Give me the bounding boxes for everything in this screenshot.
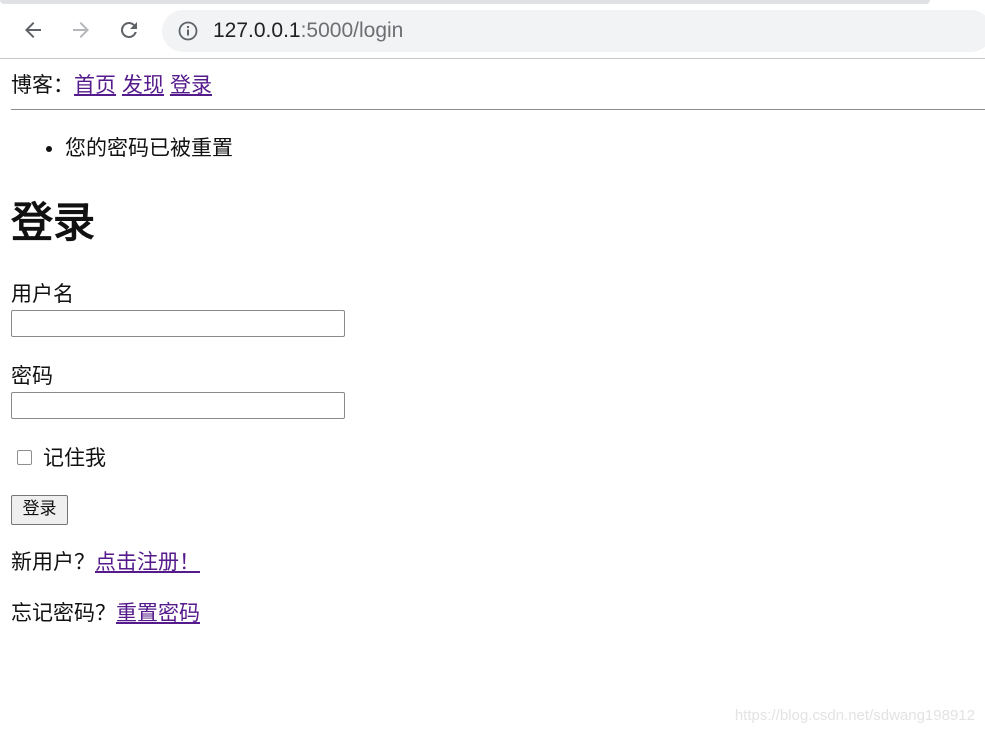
reload-icon bbox=[120, 21, 137, 38]
brand-label: 博客： bbox=[11, 73, 74, 97]
forgot-password-text: 忘记密码？ bbox=[11, 601, 116, 625]
username-input[interactable] bbox=[11, 310, 345, 337]
nav-divider bbox=[11, 109, 985, 110]
flash-message: 您的密码已被重置 bbox=[65, 134, 233, 162]
nav-link-explore[interactable]: 发现 bbox=[122, 73, 164, 97]
new-user-text: 新用户？ bbox=[11, 550, 95, 574]
reset-password-link[interactable]: 重置密码 bbox=[116, 601, 200, 625]
watermark: https://blog.csdn.net/sdwang198912 bbox=[734, 707, 975, 724]
login-submit-button[interactable]: 登录 bbox=[11, 495, 68, 525]
password-label: 密码 bbox=[11, 364, 53, 388]
nav-link-login[interactable]: 登录 bbox=[170, 73, 212, 97]
nav-link-home[interactable]: 首页 bbox=[74, 73, 116, 97]
username-label: 用户名 bbox=[11, 282, 74, 306]
url-host: 127.0.0.1 bbox=[213, 19, 301, 42]
back-arrow-icon bbox=[25, 22, 41, 38]
back-button[interactable] bbox=[19, 16, 47, 44]
page-title: 登录 bbox=[11, 198, 96, 247]
forward-button[interactable] bbox=[67, 16, 95, 44]
browser-toolbar: 127.0.0.1:5000/login bbox=[0, 0, 985, 59]
address-bar[interactable]: 127.0.0.1:5000/login bbox=[162, 10, 985, 52]
info-icon[interactable] bbox=[178, 21, 198, 41]
reset-line: 忘记密码？重置密码 bbox=[11, 599, 200, 627]
url-text[interactable]: 127.0.0.1:5000/login bbox=[213, 20, 403, 42]
remember-checkbox[interactable] bbox=[17, 450, 32, 465]
flash-messages: 您的密码已被重置 bbox=[11, 134, 233, 162]
url-path: :5000/login bbox=[300, 19, 404, 42]
remember-label[interactable]: 记住我 bbox=[43, 444, 106, 472]
tab-strip-edge bbox=[0, 0, 930, 4]
forward-arrow-icon bbox=[73, 22, 89, 38]
register-link[interactable]: 点击注册！ bbox=[95, 550, 200, 574]
register-line: 新用户？点击注册！ bbox=[11, 548, 200, 576]
password-input[interactable] bbox=[11, 392, 345, 419]
top-nav: 博客：首页 发现 登录 bbox=[11, 71, 218, 99]
reload-button[interactable] bbox=[115, 16, 143, 44]
